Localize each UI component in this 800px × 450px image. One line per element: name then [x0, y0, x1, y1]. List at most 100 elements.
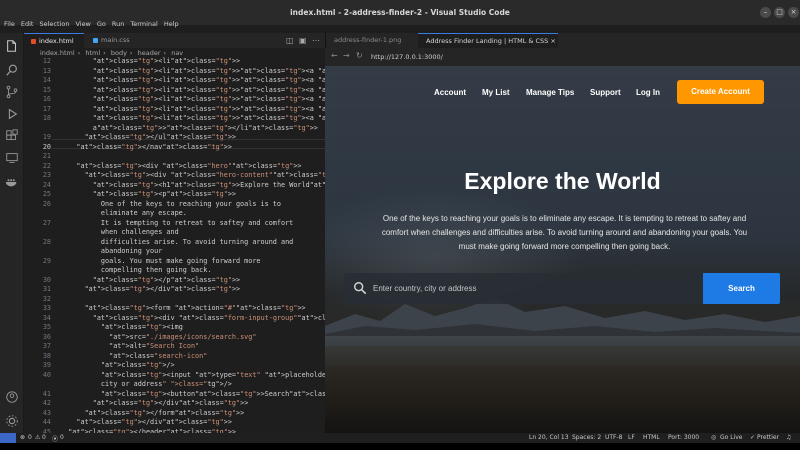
warning-count[interactable]: 0: [42, 434, 46, 441]
minimize-icon[interactable]: –: [760, 7, 771, 18]
breadcrumb-item[interactable]: body: [111, 49, 127, 57]
forward-arrow-icon[interactable]: →: [343, 51, 350, 60]
breadcrumb-item[interactable]: html: [85, 49, 100, 57]
window-title: index.html - 2-address-finder-2 - Visual…: [290, 8, 510, 17]
line-number: 31: [42, 285, 51, 293]
menu-file[interactable]: File: [1, 18, 18, 32]
split-editor-icon[interactable]: ◫: [286, 36, 294, 45]
explorer-icon[interactable]: [5, 39, 19, 53]
css-file-icon: [93, 37, 98, 43]
code-line: "at">class="tg"><div "at">class="form-in…: [92, 313, 325, 322]
notifications-bell-icon[interactable]: ♫: [786, 434, 791, 441]
search-button[interactable]: Search: [703, 273, 780, 304]
editor-tab-bar: index.html main.css ◫ ▣ ⋯: [24, 33, 325, 48]
code-line: "at">class="tg"><p"at">class="tg">>: [92, 190, 237, 198]
nav-support-link[interactable]: Support: [590, 88, 621, 97]
line-number: 39: [42, 361, 51, 369]
line-number: 33: [42, 304, 51, 312]
close-icon[interactable]: ×: [788, 7, 799, 18]
line-number: 28: [42, 237, 51, 246]
maximize-icon[interactable]: □: [774, 7, 785, 18]
code-line: abandoning your: [60, 247, 163, 255]
menu-terminal[interactable]: Terminal: [127, 18, 160, 32]
code-line: "at">class="tg"><div "at">class="hero-co…: [84, 171, 325, 179]
url-field[interactable]: http://127.0.0.1:3000/: [371, 52, 794, 62]
menu-selection[interactable]: Selection: [36, 18, 72, 32]
line-number: 27: [42, 218, 51, 227]
cursor-position[interactable]: Ln 20, Col 13: [529, 434, 569, 441]
more-actions-icon[interactable]: ⋯: [312, 36, 320, 45]
tab-preview-page[interactable]: Address Finder Landing | HTML & CSS ×: [418, 33, 558, 48]
breadcrumb-item[interactable]: index.html: [40, 49, 75, 57]
tab-index-html[interactable]: index.html: [24, 33, 84, 48]
remote-indicator-icon[interactable]: [0, 433, 16, 443]
code-line: "at">class="tg"><li"at">class="tg">>"at"…: [92, 66, 325, 75]
menu-edit[interactable]: Edit: [18, 18, 37, 32]
account-icon[interactable]: [5, 390, 19, 404]
nav-log-in-link[interactable]: Log In: [636, 88, 660, 97]
nav-my-list-link[interactable]: My List: [482, 88, 510, 97]
run-debug-icon[interactable]: [5, 107, 19, 121]
line-ending[interactable]: LF: [628, 434, 635, 441]
tab-label: Address Finder Landing | HTML & CSS: [426, 37, 549, 45]
remote-explorer-icon[interactable]: [5, 151, 19, 165]
back-arrow-icon[interactable]: ←: [331, 51, 338, 60]
tab-main-css[interactable]: main.css: [86, 33, 144, 48]
prettier-icon[interactable]: ✓: [750, 434, 755, 441]
create-account-button[interactable]: Create Account: [677, 80, 764, 104]
menu-run[interactable]: Run: [109, 18, 127, 32]
line-number: 32: [42, 294, 51, 303]
menu-help[interactable]: Help: [161, 18, 182, 32]
nav-manage-tips-link[interactable]: Manage Tips: [526, 88, 574, 97]
menu-go[interactable]: Go: [94, 18, 109, 32]
line-number: 25: [42, 190, 51, 198]
code-line: goals. You must make going forward more: [60, 256, 261, 265]
code-line: "at">class="tg"></ul"at">class="tg">>: [84, 133, 237, 141]
line-number: 41: [42, 389, 51, 398]
toggle-panel-icon[interactable]: ▣: [299, 36, 307, 45]
status-bar: ⊗ 0 ⚠ 0 ⦿ 0 Ln 20, Col 13 Spaces: 2 UTF-…: [0, 433, 800, 443]
encoding[interactable]: UTF-8: [605, 434, 623, 441]
language-mode[interactable]: HTML: [643, 434, 660, 441]
settings-gear-icon[interactable]: [5, 414, 19, 428]
code-line: "at">class="tg"><li"at">class="tg">>"at"…: [92, 76, 325, 84]
docker-icon[interactable]: [5, 175, 19, 189]
go-live-button[interactable]: Go Live: [720, 434, 742, 441]
tab-label: address-finder-1.png: [334, 36, 402, 44]
go-live-icon[interactable]: ◎: [711, 434, 716, 441]
code-editor[interactable]: 12 "at">class="tg"><li"at">class="tg">> 1…: [24, 57, 325, 433]
bottom-strip: [0, 443, 800, 450]
indentation[interactable]: Spaces: 2: [572, 434, 601, 441]
error-count[interactable]: 0: [28, 434, 32, 441]
code-line: "at">class="tg"></div"at">class="tg">>: [76, 418, 232, 426]
line-number: 17: [42, 104, 51, 113]
source-control-icon[interactable]: [5, 85, 19, 99]
code-line: "at">class="tg"><button"at">class="tg">>…: [100, 389, 325, 398]
line-number: 20: [42, 142, 51, 151]
activity-bar: [0, 33, 24, 433]
extensions-icon[interactable]: [5, 129, 19, 143]
search-input[interactable]: [373, 273, 693, 304]
breadcrumb-item[interactable]: nav: [171, 49, 183, 57]
breadcrumb-item[interactable]: header: [138, 49, 161, 57]
error-icon[interactable]: ⊗: [20, 434, 25, 441]
code-line: eliminate any escape.: [60, 209, 187, 217]
reload-icon[interactable]: ↻: [356, 51, 363, 60]
code-line: "at">alt="Search Icon": [109, 342, 200, 350]
code-line: "at">src="./images/icons/search.svg": [109, 332, 257, 341]
search-icon[interactable]: [5, 63, 19, 77]
prettier-status[interactable]: Prettier: [757, 434, 779, 441]
html-file-icon: [31, 38, 36, 44]
code-line: "at">class="tg"><li"at">class="tg">>"at"…: [92, 114, 325, 122]
tab-address-finder-png[interactable]: address-finder-1.png: [326, 33, 416, 48]
ports-count[interactable]: 0: [60, 434, 64, 441]
ports-icon[interactable]: ⦿: [52, 434, 58, 443]
port-status[interactable]: Port: 3000: [668, 434, 699, 441]
preview-tab-bar: address-finder-1.png Address Finder Land…: [325, 33, 800, 48]
nav-account-link[interactable]: Account: [434, 88, 466, 97]
code-line: "at">class="tg"></form"at">class="tg">>: [84, 408, 245, 417]
browser-url-bar: ← → ↻ http://127.0.0.1:3000/: [325, 48, 800, 66]
warning-icon[interactable]: ⚠: [35, 434, 40, 441]
menu-view[interactable]: View: [72, 18, 93, 32]
line-number: 15: [42, 85, 51, 94]
